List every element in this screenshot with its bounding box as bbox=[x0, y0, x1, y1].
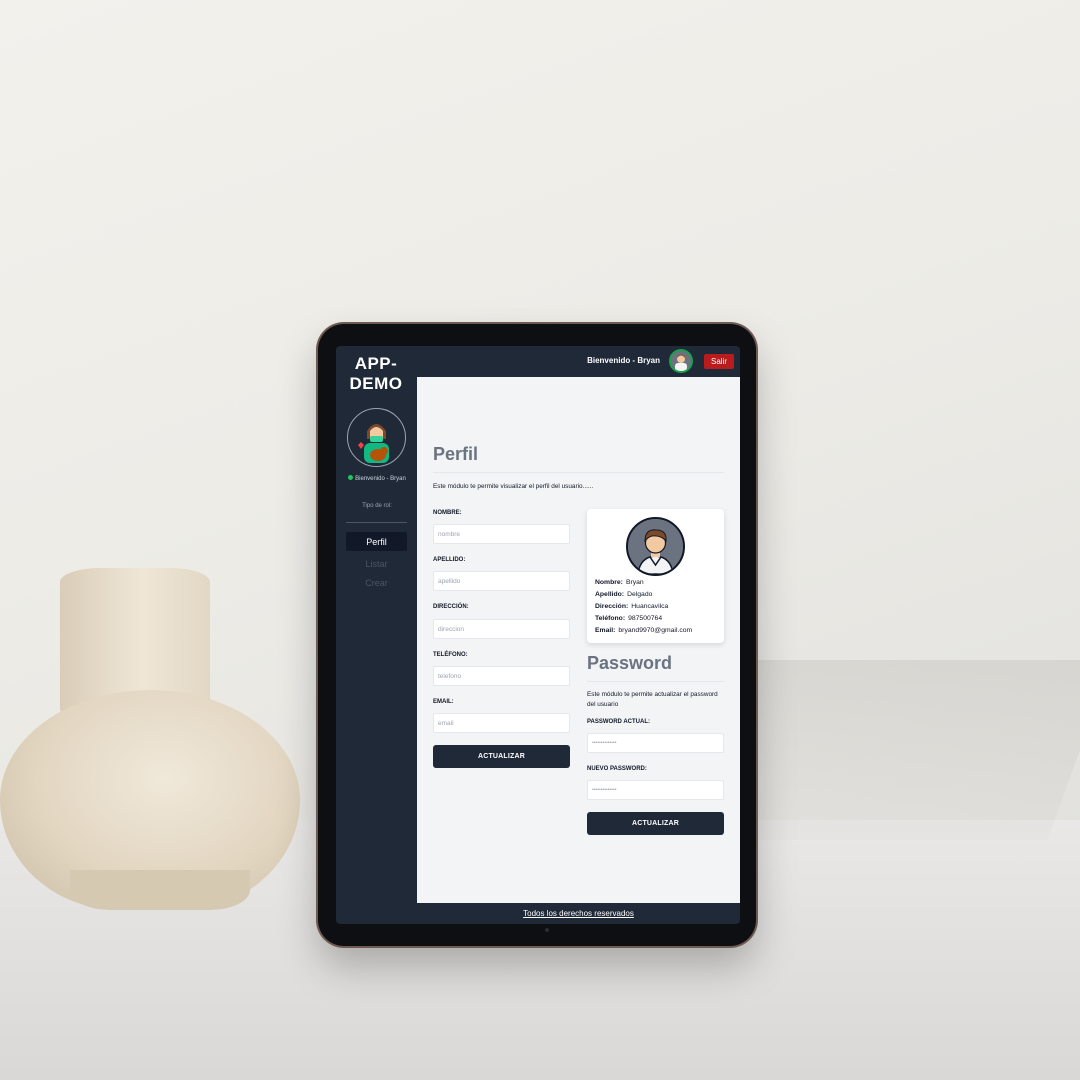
welcome-text: Bienvenido - Bryan bbox=[587, 356, 660, 365]
new-password-input[interactable]: •••••••••••••• bbox=[587, 780, 724, 800]
card-key: Nombre: bbox=[595, 579, 623, 586]
sidebar-item-listar[interactable]: Listar bbox=[346, 554, 407, 573]
sidebar-item-perfil[interactable]: Perfil bbox=[346, 532, 407, 551]
logout-button[interactable]: Salir bbox=[704, 354, 734, 369]
footer-link[interactable]: Todos los derechos reservados bbox=[417, 903, 740, 924]
profile-card-info: Nombre: Bryan Apellido: Delgado Dirección:… bbox=[595, 577, 721, 637]
card-key: Teléfono: bbox=[595, 615, 626, 622]
main-content: Perfil Este módulo te permite visualizar… bbox=[417, 377, 740, 903]
current-password-label: PASSWORD ACTUAL: bbox=[587, 719, 650, 725]
apellido-label: APELLIDO: bbox=[433, 557, 466, 563]
card-value: Delgado bbox=[627, 591, 653, 598]
online-status-icon bbox=[348, 475, 354, 480]
current-password-input[interactable]: •••••••••••••• bbox=[587, 733, 724, 753]
profile-description: Este módulo te permite visualizar el per… bbox=[433, 483, 594, 490]
direccion-label: DIRECCIÓN: bbox=[433, 604, 469, 610]
password-title-divider bbox=[587, 681, 724, 682]
password-title: Password bbox=[587, 653, 673, 673]
password-update-button[interactable]: ACTUALIZAR bbox=[587, 812, 724, 835]
telefono-input[interactable]: telefono bbox=[433, 666, 570, 686]
user-avatar-icon bbox=[626, 517, 685, 576]
card-key: Email: bbox=[595, 627, 616, 634]
sidebar-item-crear[interactable]: Crear bbox=[346, 573, 407, 592]
card-value: Huancavilca bbox=[631, 603, 669, 610]
sidebar-welcome: Bienvenido - Bryan bbox=[342, 475, 412, 484]
profile-title-divider bbox=[433, 472, 724, 473]
sidebar-divider bbox=[346, 522, 407, 523]
card-key: Apellido: bbox=[595, 591, 625, 598]
vase-base bbox=[70, 870, 250, 910]
password-description: Este módulo te permite actualizar el pas… bbox=[587, 691, 718, 708]
card-row-direccion: Dirección: Huancavilca bbox=[595, 601, 721, 613]
vet-avatar-icon bbox=[347, 408, 406, 467]
card-value: 987500764 bbox=[628, 615, 663, 622]
direccion-input[interactable]: direccion bbox=[433, 619, 570, 639]
card-row-telefono: Teléfono: 987500764 bbox=[595, 613, 721, 625]
profile-update-button[interactable]: ACTUALIZAR bbox=[433, 745, 570, 768]
sidebar: Bienvenido - Bryan Tipo de rol: Perfil L… bbox=[336, 377, 417, 904]
card-value: bryand9970@gmail.com bbox=[618, 627, 693, 634]
apellido-input[interactable]: apellido bbox=[433, 571, 570, 591]
card-value: Bryan bbox=[625, 579, 644, 586]
app-screen: APP- DEMO Bienvenido - Bryan Salir Bienv… bbox=[336, 346, 740, 924]
card-key: Dirección: bbox=[595, 603, 629, 610]
card-row-apellido: Apellido: Delgado bbox=[595, 589, 721, 601]
nombre-input[interactable]: nombre bbox=[433, 524, 570, 544]
email-input[interactable]: email bbox=[433, 713, 570, 733]
profile-card: Nombre: Bryan Apellido: Delgado Dirección:… bbox=[587, 509, 724, 643]
email-label: EMAIL: bbox=[433, 699, 454, 705]
user-avatar-icon[interactable] bbox=[669, 349, 693, 373]
card-row-email: Email: bryand9970@gmail.com bbox=[595, 625, 721, 637]
profile-title: Perfil bbox=[433, 444, 479, 464]
sidebar-welcome-text: Bienvenido - Bryan bbox=[355, 476, 406, 482]
telefono-label: TELÉFONO: bbox=[433, 652, 468, 658]
new-password-label: NUEVO PASSWORD: bbox=[587, 766, 647, 772]
sidebar-role: Tipo de rol: bbox=[362, 503, 392, 509]
nombre-label: NOMBRE: bbox=[433, 510, 462, 516]
top-bar: APP- DEMO Bienvenido - Bryan Salir bbox=[336, 346, 740, 393]
camera-icon bbox=[545, 928, 549, 932]
card-row-nombre: Nombre: Bryan bbox=[595, 577, 721, 589]
